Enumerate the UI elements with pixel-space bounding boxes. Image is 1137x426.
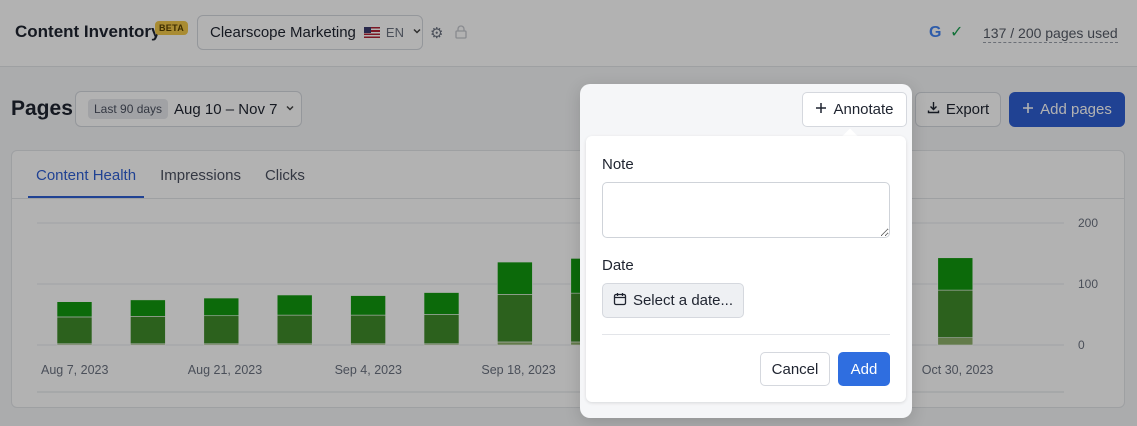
plus-icon: [815, 101, 827, 118]
annotate-label: Annotate: [833, 101, 894, 118]
add-button[interactable]: Add: [838, 352, 890, 386]
cancel-button[interactable]: Cancel: [760, 352, 830, 386]
note-label: Note: [602, 156, 634, 173]
divider: [602, 334, 890, 335]
date-label: Date: [602, 257, 634, 274]
select-date-label: Select a date...: [632, 292, 734, 309]
modal-overlay[interactable]: [0, 0, 1137, 426]
select-date-button[interactable]: Select a date...: [602, 283, 744, 318]
calendar-icon: [613, 292, 627, 310]
annotate-button[interactable]: Annotate: [802, 92, 907, 127]
note-input[interactable]: [602, 182, 890, 238]
annotate-popover: Annotate Note Date Select a date... Canc…: [580, 84, 912, 418]
annotation-form: Note Date Select a date... Cancel Add: [586, 136, 906, 402]
